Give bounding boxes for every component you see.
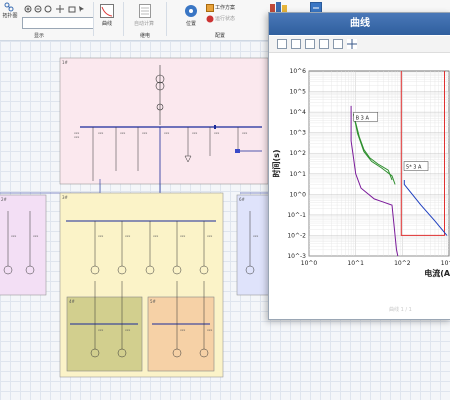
x-axis-label: 电流(A)	[424, 268, 450, 278]
ribbon-separator	[93, 2, 94, 36]
y-tick-label: 10^1	[290, 171, 307, 178]
svg-text:xxx: xxx	[164, 131, 170, 135]
position-icon[interactable]	[184, 4, 198, 20]
group-label-display: 显示	[34, 33, 45, 39]
zone-label: 6#	[239, 197, 245, 202]
select-tool-icon[interactable]	[277, 39, 287, 49]
svg-text:xxx: xxx	[214, 131, 220, 135]
svg-text:xxx: xxx	[98, 328, 104, 332]
topology-icon[interactable]	[4, 2, 14, 12]
fit-icon[interactable]	[333, 39, 343, 49]
svg-text:xxx: xxx	[192, 131, 198, 135]
topology-button[interactable]: 拓扑图	[0, 12, 20, 19]
y-tick-label: 10^5	[290, 89, 307, 96]
y-tick-label: 10^4	[290, 109, 307, 116]
curve-window-title[interactable]: 曲线	[269, 13, 450, 35]
select-icon[interactable]	[78, 5, 86, 15]
zoom-box-icon[interactable]	[291, 39, 301, 49]
position-button[interactable]: 位置	[180, 20, 202, 27]
work-plan-icon[interactable]	[206, 4, 214, 14]
zoom-fit-icon[interactable]	[44, 5, 52, 15]
zone-label: 2#	[1, 197, 7, 202]
x-tick-label: 10^2	[394, 260, 411, 267]
work-status-icon[interactable]	[206, 15, 214, 25]
auto-calc-icon[interactable]	[139, 4, 151, 20]
group-label-relay: 继电	[140, 33, 151, 39]
auto-calc-button[interactable]: 自动计算	[128, 20, 160, 27]
tcc-chart[interactable]: 10^0 10^1 10^2 10^3 10^-3 10^-2 10^-1 10^0 10^1 1…	[269, 61, 450, 301]
zoom-out-icon[interactable]	[34, 5, 42, 15]
search-input[interactable]	[22, 17, 94, 29]
svg-text:xxx: xxx	[11, 234, 17, 238]
y-tick-label: 10^-2	[287, 232, 306, 239]
group-label-config: 配置	[215, 33, 226, 39]
y-tick-label: 10^2	[290, 150, 307, 157]
hand-icon[interactable]	[68, 5, 76, 15]
svg-text:xxx: xxx	[180, 234, 186, 238]
ribbon-separator	[123, 2, 124, 36]
svg-text:xxx: xxx	[207, 234, 213, 238]
svg-text:xxx: xxx	[33, 234, 39, 238]
annotation-label: 5* 3 A	[406, 165, 422, 171]
y-axis-label: 时间(s)	[271, 149, 281, 177]
x-tick-label: 10^0	[301, 260, 318, 267]
svg-text:xxx: xxx	[180, 328, 186, 332]
svg-text:xxx: xxx	[98, 234, 104, 238]
work-status-button[interactable]: 运行状态	[215, 15, 249, 22]
svg-text:xxx: xxx	[153, 234, 159, 238]
ribbon-separator	[166, 2, 167, 36]
y-tick-label: 10^-1	[287, 212, 306, 219]
curve-icon[interactable]	[100, 4, 114, 20]
curve-window[interactable]: 曲线 10^010^110^210^310^-310^-210^-110^010…	[268, 12, 450, 320]
svg-text:xxx: xxx	[125, 328, 131, 332]
svg-text:xxx: xxx	[98, 131, 104, 135]
zone-label: 4#	[69, 299, 75, 304]
zoom-y-icon[interactable]	[319, 39, 329, 49]
svg-text:xxx: xxx	[242, 131, 248, 135]
x-tick-label: 10^1	[347, 260, 364, 267]
svg-text:xxx: xxx	[142, 131, 148, 135]
curve-toolbar	[269, 36, 450, 53]
svg-text:xxx: xxx	[207, 328, 213, 332]
zoom-in-icon[interactable]	[24, 5, 32, 15]
zone-label: 5#	[150, 299, 156, 304]
y-tick-label: 10^0	[290, 191, 307, 198]
y-tick-label: 10^-3	[287, 253, 306, 260]
pan-icon[interactable]	[56, 5, 64, 15]
svg-text:xxx: xxx	[74, 135, 80, 139]
svg-text:xxx: xxx	[120, 131, 126, 135]
x-tick-label: 10^3	[441, 260, 450, 267]
svg-text:xxx: xxx	[253, 234, 259, 238]
y-tick-label: 10^6	[290, 68, 307, 75]
work-plan-button[interactable]: 工作方案	[215, 4, 249, 11]
zoom-x-icon[interactable]	[305, 39, 315, 49]
zone-label: 3#	[62, 195, 68, 200]
curve-window-footer: 曲线 1 / 1	[389, 307, 412, 313]
curve-button[interactable]: 曲线	[98, 20, 116, 27]
zone-label: 1#	[62, 60, 68, 65]
annotation-label: B 3 A	[356, 115, 370, 121]
svg-text:xxx: xxx	[125, 234, 131, 238]
y-tick-label: 10^3	[290, 130, 307, 137]
move-icon[interactable]	[347, 39, 357, 49]
